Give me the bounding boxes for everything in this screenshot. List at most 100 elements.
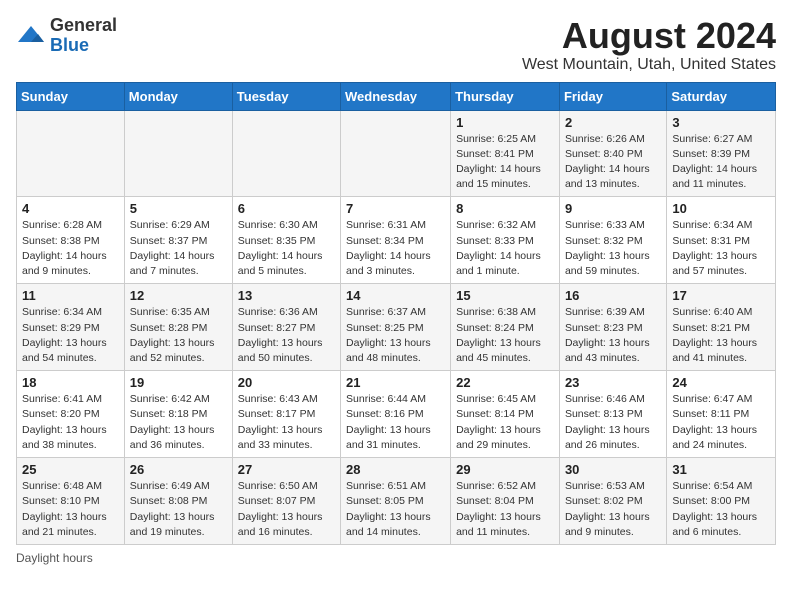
day-detail: Sunrise: 6:25 AMSunset: 8:41 PMDaylight:… [456,132,554,193]
day-number: 29 [456,462,554,477]
day-detail: Sunrise: 6:29 AMSunset: 8:37 PMDaylight:… [130,218,227,279]
day-number: 4 [22,201,119,216]
day-detail: Sunrise: 6:51 AMSunset: 8:05 PMDaylight:… [346,479,445,540]
calendar-cell [341,110,451,197]
header-wednesday: Wednesday [341,82,451,110]
calendar-cell: 7Sunrise: 6:31 AMSunset: 8:34 PMDaylight… [341,197,451,284]
calendar-header-row: Sunday Monday Tuesday Wednesday Thursday… [17,82,776,110]
day-number: 16 [565,288,661,303]
calendar-cell: 12 Sunrise: 6:35 AMSunset: 8:28 PMDayligh… [124,284,232,371]
day-detail: Sunrise: 6:30 AMSunset: 8:35 PMDaylight:… [238,218,335,279]
calendar-cell: 14 Sunrise: 6:37 AMSunset: 8:25 PMDayligh… [341,284,451,371]
day-detail: Sunrise: 6:36 AMSunset: 8:27 PMDaylight:… [238,305,335,366]
day-detail: Sunrise: 6:54 AMSunset: 8:00 PMDaylight:… [672,479,770,540]
calendar-cell: 16 Sunrise: 6:39 AMSunset: 8:23 PMDayligh… [559,284,666,371]
day-number: 17 [672,288,770,303]
calendar-cell: 15 Sunrise: 6:38 AMSunset: 8:24 PMDayligh… [451,284,560,371]
day-detail: Sunrise: 6:46 AMSunset: 8:13 PMDaylight:… [565,392,661,453]
calendar-cell: 30Sunrise: 6:53 AMSunset: 8:02 PMDayligh… [559,458,666,545]
day-detail: Sunrise: 6:42 AMSunset: 8:18 PMDaylight:… [130,392,227,453]
calendar-cell: 19 Sunrise: 6:42 AMSunset: 8:18 PMDayligh… [124,371,232,458]
day-number: 22 [456,375,554,390]
header-monday: Monday [124,82,232,110]
day-number: 14 [346,288,445,303]
calendar-cell [124,110,232,197]
calendar-cell: 1Sunrise: 6:25 AMSunset: 8:41 PMDaylight… [451,110,560,197]
calendar-table: Sunday Monday Tuesday Wednesday Thursday… [16,82,776,545]
day-number: 25 [22,462,119,477]
day-number: 18 [22,375,119,390]
day-number: 28 [346,462,445,477]
day-number: 2 [565,115,661,130]
calendar-cell: 28 Sunrise: 6:51 AMSunset: 8:05 PMDayligh… [341,458,451,545]
calendar-cell [17,110,125,197]
day-number: 3 [672,115,770,130]
day-number: 8 [456,201,554,216]
day-detail: Sunrise: 6:35 AMSunset: 8:28 PMDaylight:… [130,305,227,366]
day-detail: Sunrise: 6:39 AMSunset: 8:23 PMDaylight:… [565,305,661,366]
footer-note: Daylight hours [16,551,776,565]
calendar-cell: 6 Sunrise: 6:30 AMSunset: 8:35 PMDaylight… [232,197,340,284]
calendar-cell: 13 Sunrise: 6:36 AMSunset: 8:27 PMDayligh… [232,284,340,371]
day-number: 10 [672,201,770,216]
day-number: 7 [346,201,445,216]
calendar-cell: 2Sunrise: 6:26 AMSunset: 8:40 PMDaylight… [559,110,666,197]
header-friday: Friday [559,82,666,110]
calendar-cell: 4Sunrise: 6:28 AMSunset: 8:38 PMDaylight… [17,197,125,284]
calendar-cell: 5Sunrise: 6:29 AMSunset: 8:37 PMDaylight… [124,197,232,284]
calendar-body: 1Sunrise: 6:25 AMSunset: 8:41 PMDaylight… [17,110,776,544]
day-number: 15 [456,288,554,303]
day-detail: Sunrise: 6:33 AMSunset: 8:32 PMDaylight:… [565,218,661,279]
day-detail: Sunrise: 6:43 AMSunset: 8:17 PMDaylight:… [238,392,335,453]
calendar-cell: 20Sunrise: 6:43 AMSunset: 8:17 PMDayligh… [232,371,340,458]
logo-icon [16,24,46,48]
calendar-cell: 21Sunrise: 6:44 AMSunset: 8:16 PMDayligh… [341,371,451,458]
day-detail: Sunrise: 6:50 AMSunset: 8:07 PMDaylight:… [238,479,335,540]
day-number: 19 [130,375,227,390]
day-number: 12 [130,288,227,303]
calendar-cell: 3 Sunrise: 6:27 AMSunset: 8:39 PMDaylight… [667,110,776,197]
header-tuesday: Tuesday [232,82,340,110]
day-number: 6 [238,201,335,216]
day-detail: Sunrise: 6:47 AMSunset: 8:11 PMDaylight:… [672,392,770,453]
calendar-cell: 10 Sunrise: 6:34 AMSunset: 8:31 PMDayligh… [667,197,776,284]
calendar-cell: 17 Sunrise: 6:40 AMSunset: 8:21 PMDayligh… [667,284,776,371]
day-detail: Sunrise: 6:49 AMSunset: 8:08 PMDaylight:… [130,479,227,540]
day-detail: Sunrise: 6:45 AMSunset: 8:14 PMDaylight:… [456,392,554,453]
calendar-cell: 11Sunrise: 6:34 AMSunset: 8:29 PMDayligh… [17,284,125,371]
calendar-cell: 9 Sunrise: 6:33 AMSunset: 8:32 PMDaylight… [559,197,666,284]
calendar-cell: 31 Sunrise: 6:54 AMSunset: 8:00 PMDayligh… [667,458,776,545]
day-number: 9 [565,201,661,216]
day-number: 27 [238,462,335,477]
day-detail: Sunrise: 6:38 AMSunset: 8:24 PMDaylight:… [456,305,554,366]
calendar-week-row: 18 Sunrise: 6:41 AMSunset: 8:20 PMDayligh… [17,371,776,458]
day-detail: Sunrise: 6:40 AMSunset: 8:21 PMDaylight:… [672,305,770,366]
day-number: 23 [565,375,661,390]
calendar-cell: 18 Sunrise: 6:41 AMSunset: 8:20 PMDayligh… [17,371,125,458]
calendar-cell: 27 Sunrise: 6:50 AMSunset: 8:07 PMDayligh… [232,458,340,545]
day-number: 31 [672,462,770,477]
day-detail: Sunrise: 6:34 AMSunset: 8:31 PMDaylight:… [672,218,770,279]
day-detail: Sunrise: 6:27 AMSunset: 8:39 PMDaylight:… [672,132,770,193]
day-detail: Sunrise: 6:48 AMSunset: 8:10 PMDaylight:… [22,479,119,540]
logo: General Blue [16,16,117,56]
footer-text: Daylight hours [16,551,93,565]
calendar-cell: 29 Sunrise: 6:52 AMSunset: 8:04 PMDayligh… [451,458,560,545]
calendar-week-row: 4Sunrise: 6:28 AMSunset: 8:38 PMDaylight… [17,197,776,284]
day-number: 13 [238,288,335,303]
calendar-cell: 23 Sunrise: 6:46 AMSunset: 8:13 PMDayligh… [559,371,666,458]
calendar-cell: 24 Sunrise: 6:47 AMSunset: 8:11 PMDayligh… [667,371,776,458]
day-detail: Sunrise: 6:52 AMSunset: 8:04 PMDaylight:… [456,479,554,540]
calendar-cell: 26Sunrise: 6:49 AMSunset: 8:08 PMDayligh… [124,458,232,545]
header-saturday: Saturday [667,82,776,110]
day-number: 24 [672,375,770,390]
calendar-cell [232,110,340,197]
day-detail: Sunrise: 6:41 AMSunset: 8:20 PMDaylight:… [22,392,119,453]
day-detail: Sunrise: 6:37 AMSunset: 8:25 PMDaylight:… [346,305,445,366]
day-detail: Sunrise: 6:34 AMSunset: 8:29 PMDaylight:… [22,305,119,366]
header-thursday: Thursday [451,82,560,110]
title-area: August 2024 West Mountain, Utah, United … [522,16,776,74]
day-detail: Sunrise: 6:32 AMSunset: 8:33 PMDaylight:… [456,218,554,279]
calendar-week-row: 25 Sunrise: 6:48 AMSunset: 8:10 PMDayligh… [17,458,776,545]
logo-text: General Blue [50,16,117,56]
